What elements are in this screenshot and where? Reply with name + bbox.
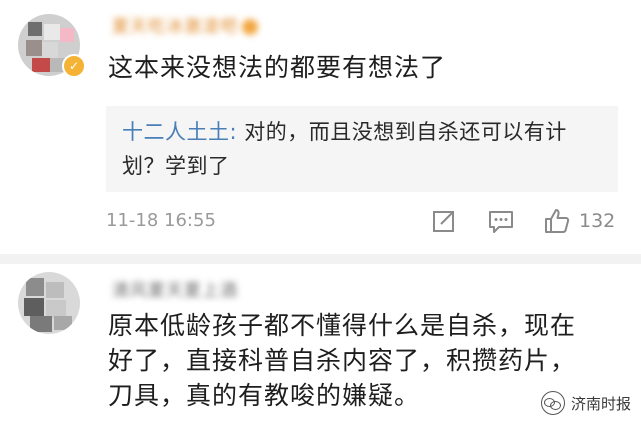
comment-text: 这本来没想法的都要有想法了 — [108, 53, 447, 82]
comment-icon — [489, 211, 513, 233]
like-icon — [545, 209, 570, 233]
reply-box[interactable]: 十二人土土: 对的，而且没想到自杀还可以有计划？学到了 — [106, 106, 618, 192]
wechat-icon — [540, 391, 565, 415]
comment-timestamp: 11-18 16:55 — [106, 210, 216, 231]
watermark: 济南时报 — [540, 391, 631, 415]
comment-text-line: 原本低龄孩子都不懂得什么是自杀，现在 — [108, 311, 577, 340]
like-button[interactable]: 132 — [543, 205, 615, 237]
verified-badge-icon: ✓ — [62, 54, 86, 78]
like-count: 132 — [579, 210, 616, 232]
username-emoji-icon — [242, 19, 258, 35]
share-icon — [433, 211, 454, 232]
avatar[interactable] — [18, 272, 80, 334]
reply-content: 十二人土土: 对的，而且没想到自杀还可以有计划？学到了 — [122, 115, 602, 183]
comment-username[interactable]: 清风夏天夏上酒 — [112, 276, 238, 301]
divider — [0, 254, 641, 264]
comment-text-line: 好了，直接科普自杀内容了，积攒药片， — [108, 346, 577, 375]
watermark-label: 济南时报 — [570, 394, 631, 413]
username-text: 夏天吃冰激凌吧 — [112, 17, 238, 37]
comment-button[interactable] — [487, 205, 515, 237]
reply-username[interactable]: 十二人土土: — [122, 120, 237, 144]
comment-item: ✓ 夏天吃冰激凌吧 这本来没想法的都要有想法了 十二人土土: 对的，而且没想到自… — [0, 0, 641, 254]
share-button[interactable] — [431, 205, 457, 237]
username-text: 清风夏天夏上酒 — [112, 281, 238, 301]
comment-username[interactable]: 夏天吃冰激凌吧 — [112, 12, 258, 37]
